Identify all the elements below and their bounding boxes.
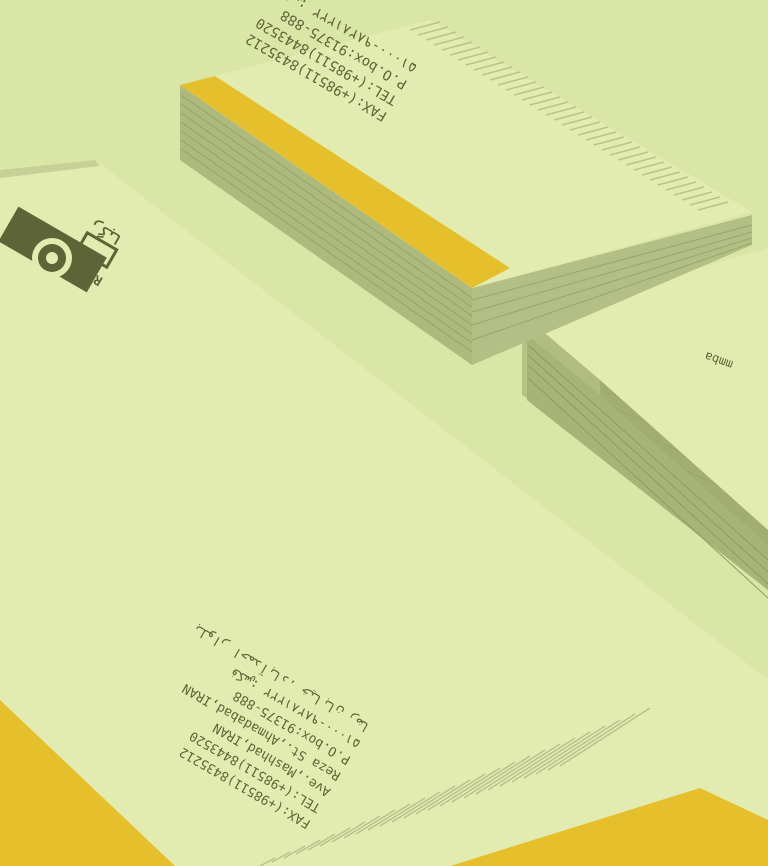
stationery-mockup <box>0 0 768 866</box>
